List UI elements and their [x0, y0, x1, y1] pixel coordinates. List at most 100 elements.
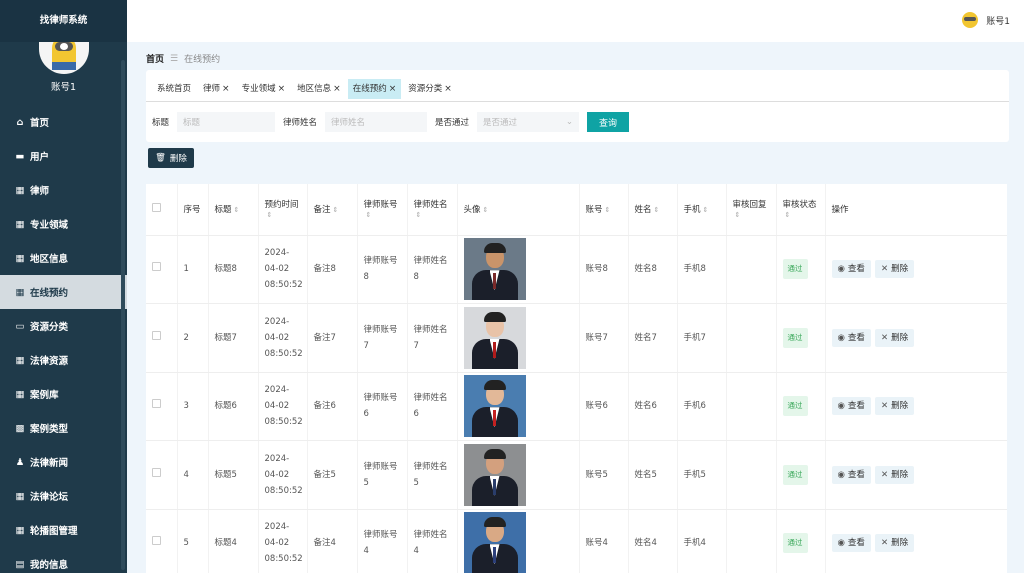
table-body: 1 标题8 2024-04-02 08:50:52 备注8 律师账号8 律师姓名8 账号8 姓…	[146, 235, 1007, 573]
query-button[interactable]: 查询	[587, 112, 630, 132]
column-header: 序号	[177, 184, 209, 236]
row-checkbox[interactable]	[152, 536, 161, 546]
sidebar-item[interactable]: ▤ 我的信息	[0, 547, 127, 573]
sidebar-item[interactable]: ▦ 法律资源	[0, 343, 127, 377]
column-header[interactable]: 手机 ⇕	[677, 184, 727, 236]
actions-cell: ◉ 查看 ✕ 删除	[825, 509, 1007, 573]
actions-cell: ◉ 查看 ✕ 删除	[825, 235, 1007, 304]
close-icon[interactable]: ×	[333, 79, 341, 99]
select-all-checkbox[interactable]	[152, 203, 161, 213]
close-icon[interactable]: ×	[222, 79, 230, 99]
cell-lawyer-acct: 律师账号6	[357, 372, 408, 441]
sort-icon[interactable]: ⇕	[703, 206, 709, 214]
row-checkbox[interactable]	[152, 399, 161, 409]
cell-phone: 手机7	[677, 303, 727, 373]
sidebar-scrollbar[interactable]	[121, 60, 125, 570]
sidebar-item[interactable]: ▭ 资源分类	[0, 309, 127, 343]
sort-icon[interactable]: ⇕	[333, 206, 339, 214]
account-menu[interactable]: 账号1	[962, 12, 1010, 28]
column-header[interactable]: 审核回复⇕	[726, 184, 777, 236]
batch-delete-button[interactable]: 🗑 删除	[148, 148, 194, 168]
approved-select-placeholder: 是否通过	[483, 118, 518, 128]
sidebar-item[interactable]: ▦ 在线预约	[0, 275, 127, 309]
sort-icon[interactable]: ⇕	[366, 211, 372, 219]
tab[interactable]: 在线预约 ×	[347, 79, 402, 99]
delete-label: 删除	[891, 538, 909, 549]
sidebar-item[interactable]: ▦ 律师	[0, 173, 127, 207]
system-title: 找律师系统	[0, 0, 127, 42]
tab[interactable]: 律师 ×	[198, 79, 235, 99]
tab[interactable]: 资源分类 ×	[403, 79, 457, 99]
avatar-cell	[457, 372, 580, 441]
column-header[interactable]: 律师姓名⇕	[407, 184, 458, 236]
close-icon[interactable]: ×	[278, 79, 286, 99]
status-cell: 通过	[776, 303, 826, 373]
sidebar-item[interactable]: ▩ 案例类型	[0, 411, 127, 445]
title-input[interactable]: 标题	[177, 112, 276, 132]
view-button[interactable]: ◉ 查看	[831, 465, 871, 484]
sort-icon[interactable]: ⇕	[785, 211, 791, 219]
sort-icon[interactable]: ⇕	[483, 206, 489, 214]
avatar-cell	[457, 509, 580, 573]
delete-button[interactable]: ✕ 删除	[874, 397, 915, 416]
sort-icon[interactable]: ⇕	[267, 211, 273, 219]
sidebar-item[interactable]: ▦ 案例库	[0, 377, 127, 411]
sort-icon[interactable]: ⇕	[234, 206, 240, 214]
sidebar-item[interactable]: ▦ 轮播图管理	[0, 513, 127, 547]
sidebar-item-label: 案例库	[30, 390, 59, 401]
tab[interactable]: 专业领域 ×	[237, 79, 291, 99]
close-icon[interactable]: ×	[389, 79, 397, 99]
delete-label: 删除	[891, 401, 909, 412]
row-checkbox[interactable]	[152, 262, 161, 272]
sidebar-item-label: 首页	[30, 118, 50, 129]
sort-icon[interactable]: ⇕	[735, 211, 741, 219]
sidebar-item[interactable]: ▦ 专业领域	[0, 207, 127, 241]
view-button[interactable]: ◉ 查看	[831, 328, 871, 347]
cell-lawyer-acct: 律师账号5	[357, 440, 408, 510]
sort-icon[interactable]: ⇕	[416, 211, 422, 219]
column-header[interactable]: 审核状态⇕	[776, 184, 826, 236]
sidebar-item-label: 资源分类	[30, 322, 69, 333]
cell-reply	[726, 303, 777, 373]
view-button[interactable]: ◉ 查看	[831, 260, 871, 279]
delete-button[interactable]: ✕ 删除	[874, 465, 915, 484]
row-select-cell	[146, 303, 178, 373]
filter-panel: 系统首页 律师 × 专业领域 × 地区信息 × 在线预约 × 资源分类 × 标题 标题 律师姓名 律…	[146, 70, 1009, 142]
status-badge: 通过	[782, 396, 808, 417]
grid-icon: ▦	[15, 490, 25, 502]
sidebar-item[interactable]: ⌂ 首页	[0, 105, 127, 139]
sort-icon[interactable]: ⇕	[605, 206, 611, 214]
lawyer-name-input[interactable]: 律师姓名	[325, 112, 428, 132]
sidebar-item-label: 法律资源	[30, 356, 69, 367]
sidebar-item[interactable]: ▬ 用户	[0, 139, 127, 173]
close-icon[interactable]: ×	[444, 79, 452, 99]
column-header-label: 审核回复	[732, 200, 767, 211]
table-header-row: 序号 标题 ⇕ 预约时间⇕ 备注 ⇕ 律师账号⇕ 律师姓名⇕ 头像 ⇕ 账号 ⇕ 姓名 ⇕ 手机 ⇕ 审核回复⇕…	[146, 184, 1007, 236]
tab[interactable]: 系统首页	[152, 79, 196, 99]
sidebar-item[interactable]: ▦ 法律论坛	[0, 479, 127, 513]
row-checkbox[interactable]	[152, 467, 161, 477]
sidebar-item[interactable]: ♟ 法律新闻	[0, 445, 127, 479]
column-header[interactable]: 账号 ⇕	[579, 184, 629, 236]
column-header[interactable]: 律师账号⇕	[357, 184, 408, 236]
column-header[interactable]: 备注 ⇕	[307, 184, 358, 236]
cell-title: 标题6	[208, 372, 259, 441]
column-header[interactable]: 预约时间⇕	[258, 184, 308, 236]
delete-button[interactable]: ✕ 删除	[874, 260, 915, 279]
view-button[interactable]: ◉ 查看	[831, 534, 871, 553]
view-button[interactable]: ◉ 查看	[831, 397, 871, 416]
sidebar-item[interactable]: ▦ 地区信息	[0, 241, 127, 275]
breadcrumb-home[interactable]: 首页	[146, 52, 164, 65]
sidebar: 找律师系统 账号1 ⌂ 首页 ▬ 用户 ▦ 律师 ▦ 专业领域 ▦ 地区信息 ▦ 在线预约 ▭ 资源分类 ▦…	[0, 0, 127, 573]
cell-acct: 账号5	[579, 440, 629, 510]
approved-select[interactable]: 是否通过 ⌄	[477, 112, 580, 132]
row-checkbox[interactable]	[152, 330, 161, 340]
column-header[interactable]: 标题 ⇕	[208, 184, 259, 236]
tab[interactable]: 地区信息 ×	[292, 79, 346, 99]
column-header[interactable]: 姓名 ⇕	[628, 184, 678, 236]
column-header[interactable]: 头像 ⇕	[457, 184, 580, 236]
delete-button[interactable]: ✕ 删除	[874, 534, 915, 553]
cell-lawyer-name: 律师姓名6	[407, 372, 458, 441]
sort-icon[interactable]: ⇕	[654, 206, 660, 214]
delete-button[interactable]: ✕ 删除	[874, 328, 915, 347]
